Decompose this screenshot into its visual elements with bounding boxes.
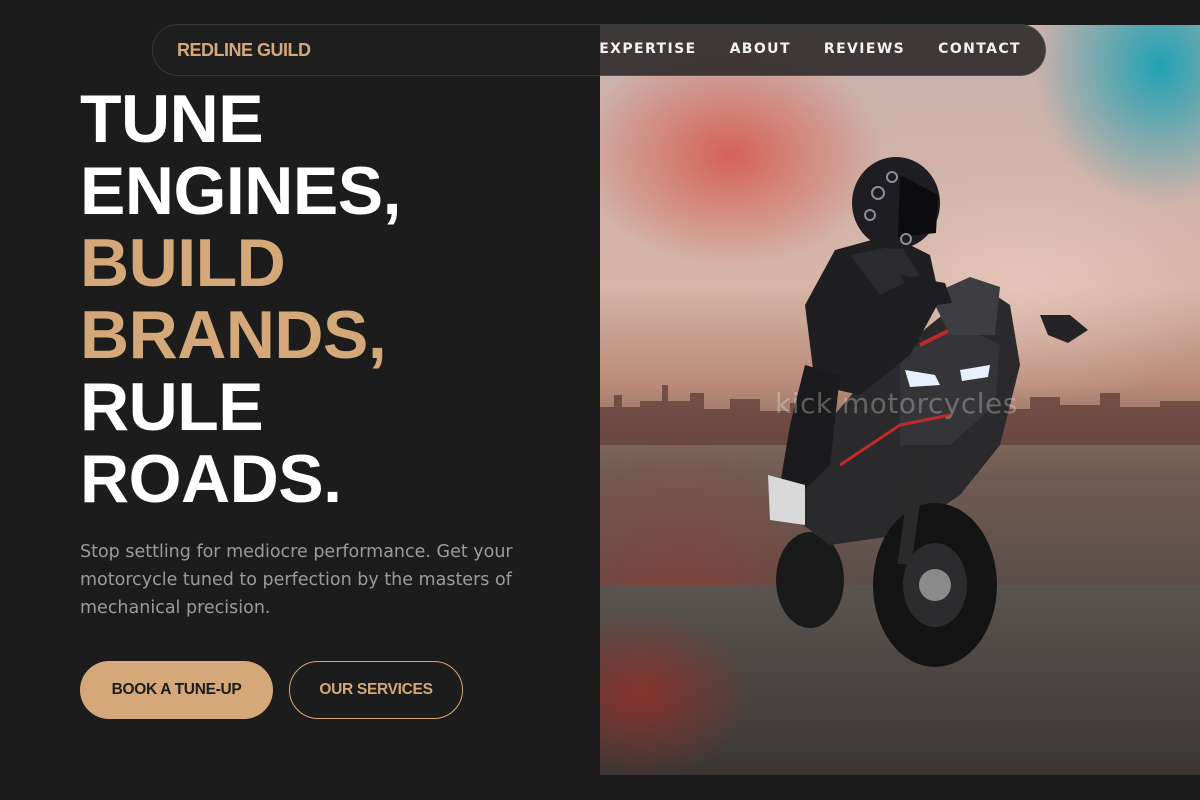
brand-logo[interactable]: REDLINE GUILD [177, 40, 311, 61]
our-services-button[interactable]: OUR SERVICES [289, 661, 463, 719]
top-navigation-bar: REDLINE GUILD EXPERTISE ABOUT REVIEWS CO… [152, 24, 1046, 76]
headline-line-4-accent: BRANDS, [80, 297, 387, 373]
nav-link-expertise[interactable]: EXPERTISE [599, 41, 696, 57]
nav-link-contact[interactable]: CONTACT [938, 41, 1021, 57]
headline-line-5: RULE [80, 369, 264, 445]
image-watermark: kick motorcycles [775, 387, 1018, 420]
book-tune-up-button[interactable]: BOOK A TUNE-UP [80, 661, 273, 719]
hero-subtext: Stop settling for mediocre performance. … [80, 542, 513, 618]
headline-line-6: ROADS. [80, 441, 342, 517]
headline-line-3-accent: BUILD [80, 225, 286, 301]
nav-links: EXPERTISE ABOUT REVIEWS CONTACT [599, 41, 1021, 57]
nav-link-reviews[interactable]: REVIEWS [824, 41, 905, 57]
headline-line-2: ENGINES, [80, 153, 401, 229]
headline-line-1: TUNE [80, 81, 264, 157]
landing-page: kick motorcycles REDLINE GUILD EXPERTISE… [0, 0, 1200, 800]
hero-headline: TUNE ENGINES, BUILD BRANDS, RULE ROADS. [80, 83, 401, 515]
hero-motorcycle-image: kick motorcycles [600, 25, 1200, 775]
nav-link-about[interactable]: ABOUT [730, 41, 791, 57]
